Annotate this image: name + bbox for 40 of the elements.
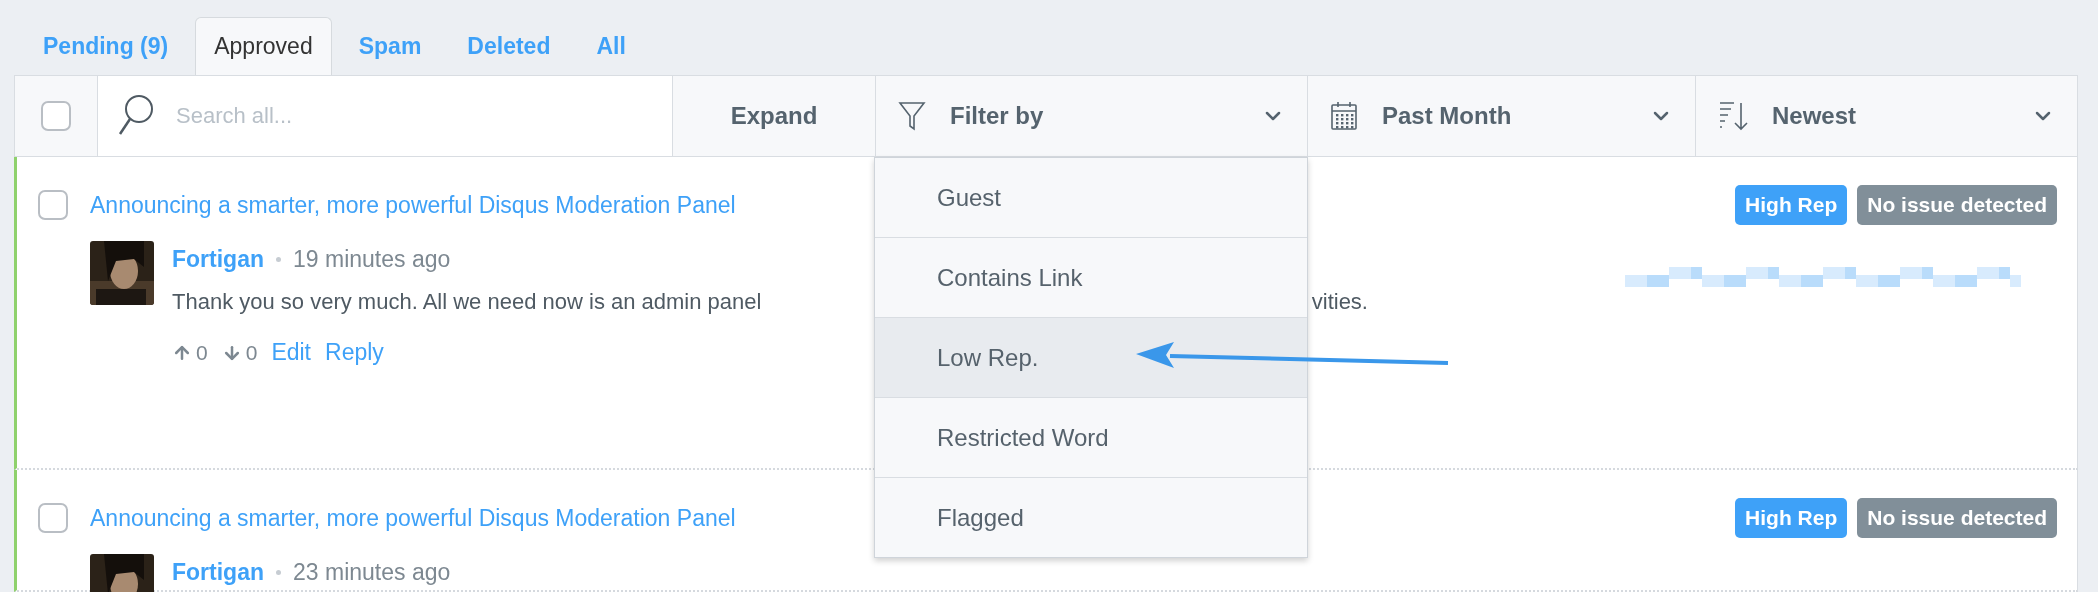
comment-tag: No issue detected [1857, 498, 2057, 538]
tab[interactable]: Deleted [448, 17, 570, 75]
action-link[interactable]: Reply [325, 339, 384, 366]
comment-time: 23 minutes ago [293, 558, 451, 586]
sort-icon [1718, 100, 1748, 132]
filter-option[interactable]: Guest [875, 158, 1307, 238]
thread-title-link[interactable]: Announcing a smarter, more powerful Disqus Moderation Panel [90, 191, 736, 219]
comment-time: 19 minutes ago [293, 245, 451, 273]
date-range-dropdown[interactable]: Past Month [1308, 76, 1695, 156]
comment-tag: High Rep [1735, 185, 1848, 225]
filter-option[interactable]: Restricted Word [875, 398, 1307, 478]
calendar-icon [1330, 101, 1358, 131]
upvote-button[interactable]: 0 [172, 340, 208, 365]
filter-option[interactable]: Low Rep. [875, 318, 1307, 398]
separator-dot [276, 569, 281, 575]
separator-dot [276, 256, 281, 262]
sort-dropdown[interactable]: Newest [1696, 76, 2077, 156]
comment-text: Thank you so very much. All we need now is an admin panel [172, 289, 762, 315]
tab[interactable]: Approved [195, 17, 332, 75]
tab[interactable]: All [577, 17, 645, 75]
search-input[interactable]: Search all... [174, 102, 618, 130]
search-field[interactable]: Search all... [98, 76, 673, 156]
thread-title-link[interactable]: Announcing a smarter, more powerful Disqus Moderation Panel [90, 504, 736, 532]
select-all-checkbox[interactable] [41, 101, 71, 131]
downvote-button[interactable]: 0 [221, 340, 258, 365]
funnel-icon [898, 101, 926, 131]
checkbox[interactable] [38, 503, 68, 533]
checkbox[interactable] [38, 190, 68, 220]
expand-button[interactable]: Expand [673, 76, 875, 156]
author-link[interactable]: Fortigan [172, 245, 264, 273]
tab[interactable]: Spam [339, 17, 441, 75]
author-link[interactable]: Fortigan [172, 558, 264, 586]
tab[interactable]: Pending (9) [24, 17, 188, 75]
comment-text: vities. [1311, 289, 1368, 315]
action-link[interactable]: Edit [271, 339, 311, 366]
filter-option[interactable]: Contains Link [875, 238, 1307, 318]
comment-tag: No issue detected [1857, 185, 2057, 225]
filter-dropdown[interactable]: Filter by [876, 76, 1307, 156]
filter-option[interactable]: Flagged [875, 478, 1307, 557]
comment-tag: High Rep [1735, 498, 1848, 538]
